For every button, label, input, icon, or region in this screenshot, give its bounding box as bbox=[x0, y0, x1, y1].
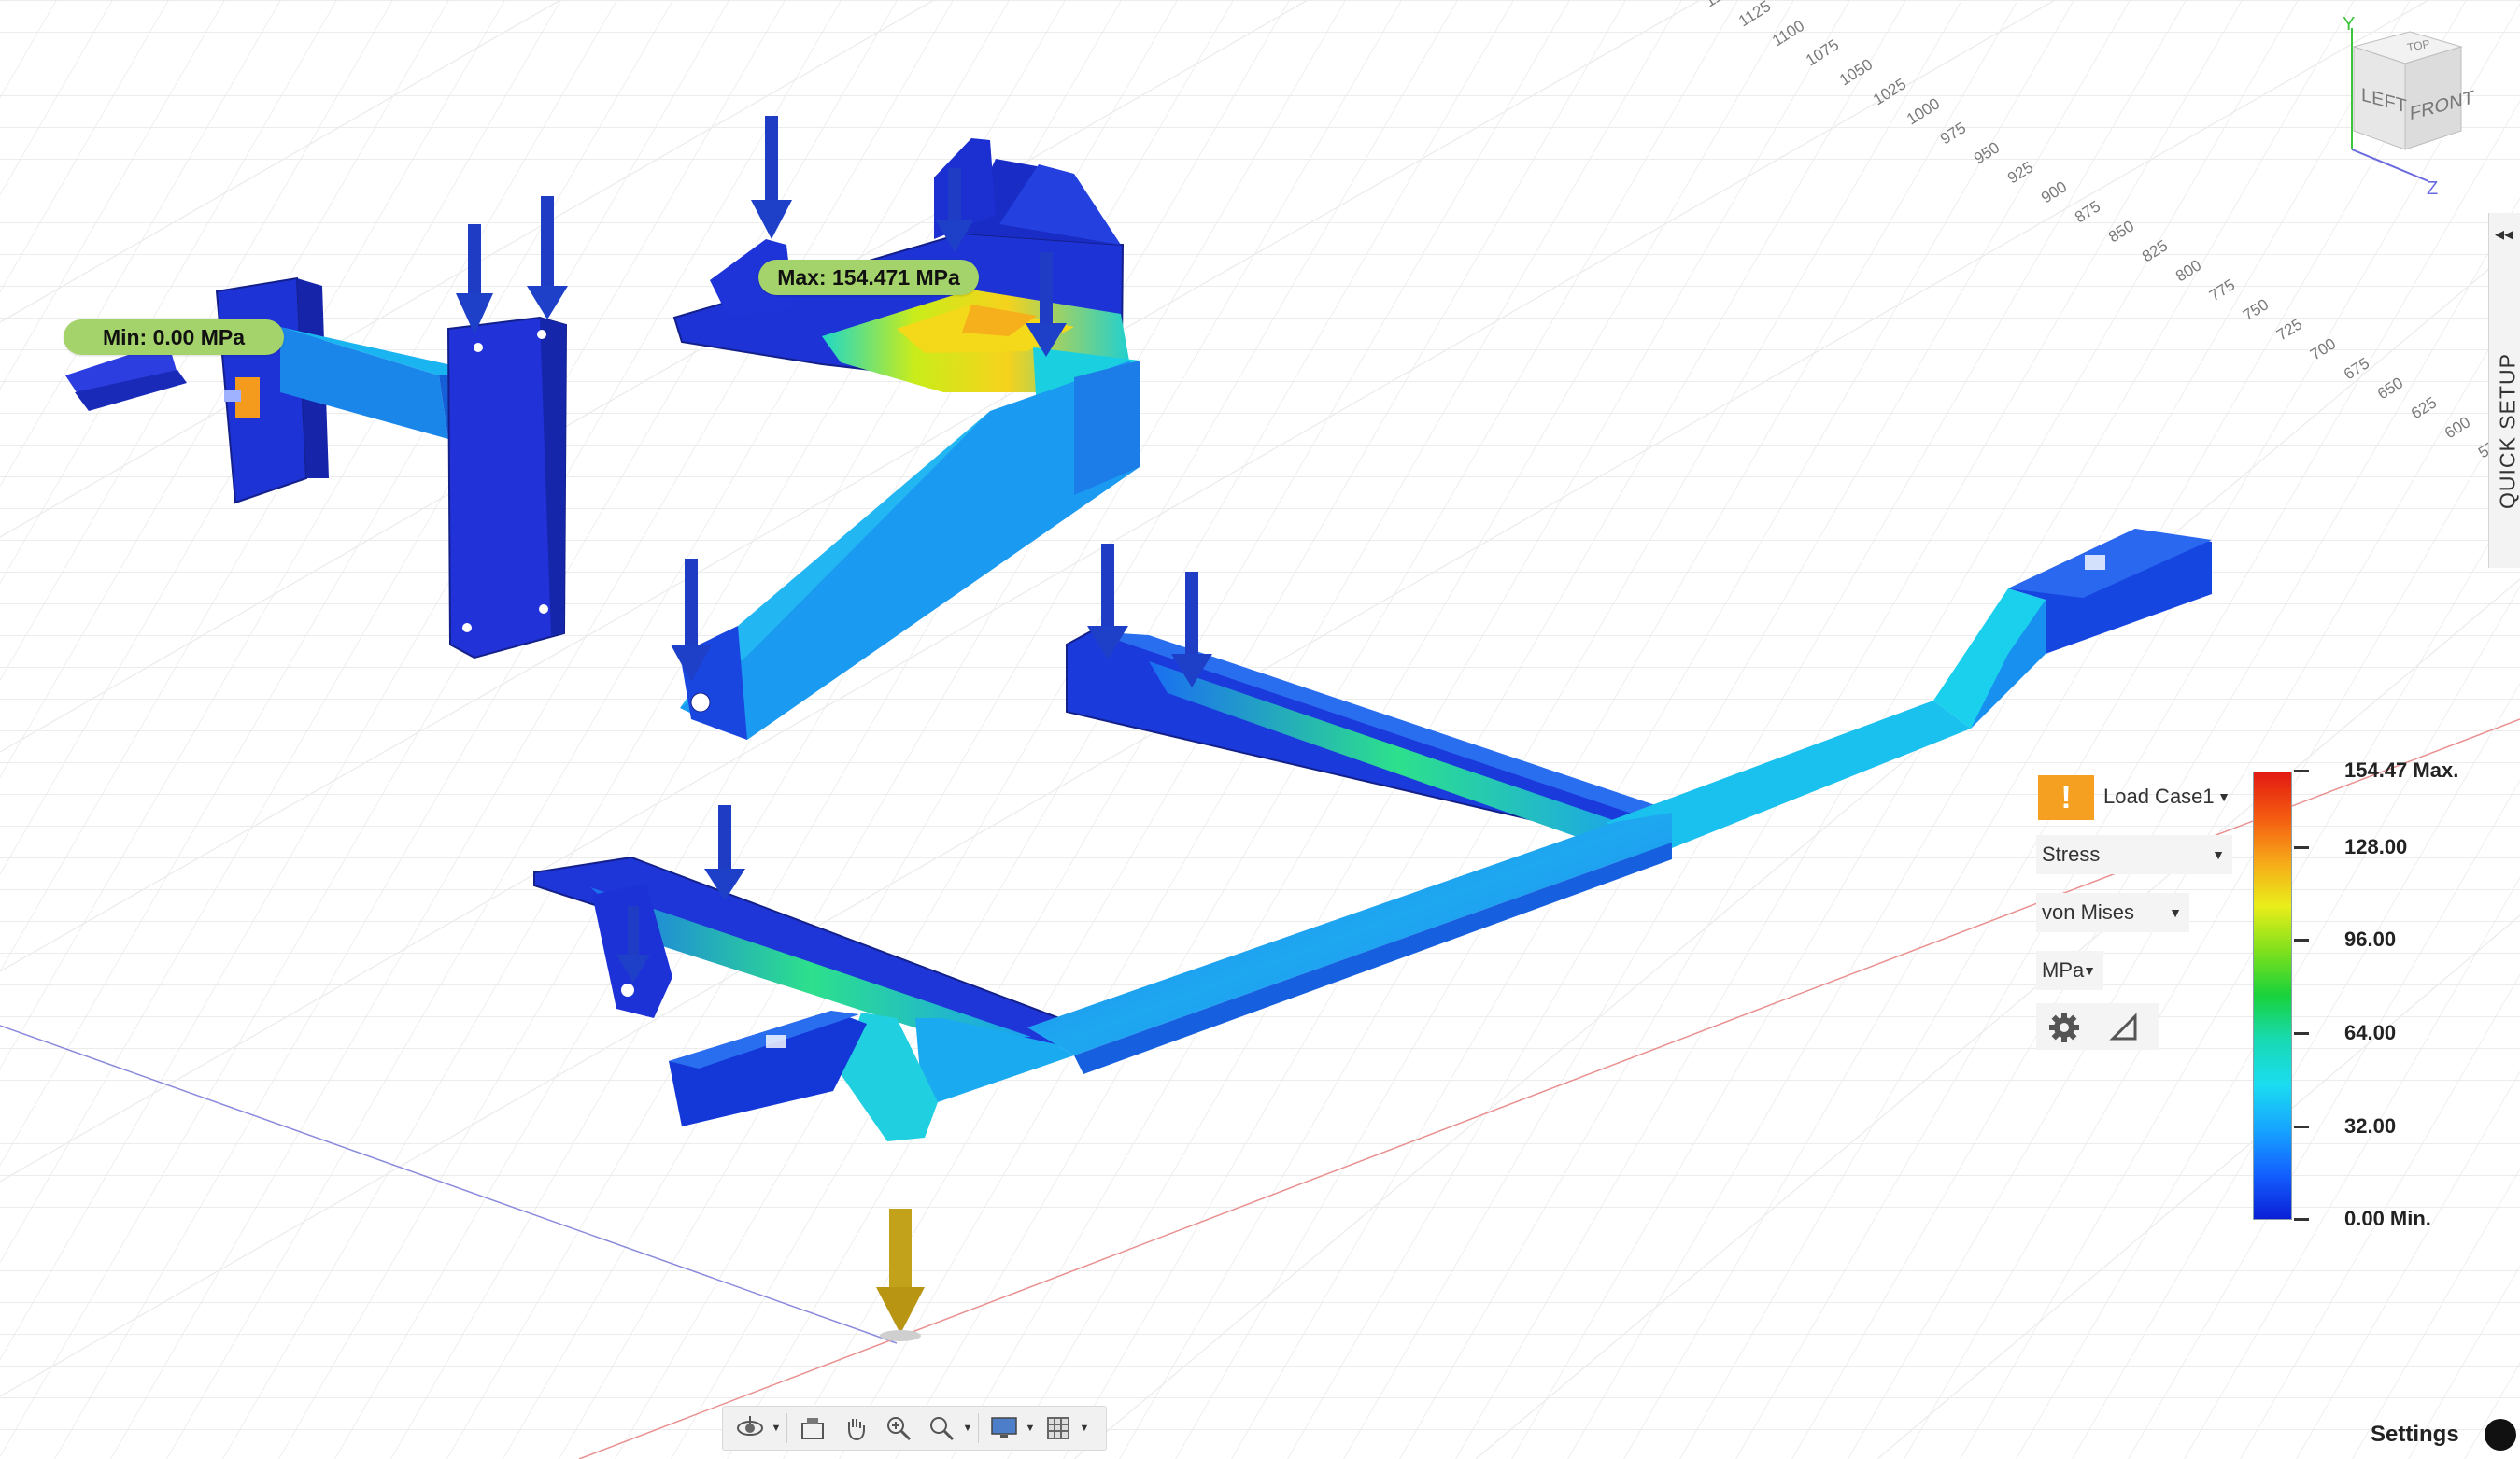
max-stress-label: Max: 154.471 MPa bbox=[777, 265, 960, 290]
max-stress-callout: Max: 154.471 MPa bbox=[758, 260, 979, 295]
triangle-ruler-icon[interactable] bbox=[2109, 1013, 2139, 1042]
stress-component-dropdown[interactable]: von Mises ▼ bbox=[2036, 893, 2189, 932]
viewcube-z-axis: Z bbox=[2427, 178, 2438, 196]
stress-component-value: von Mises bbox=[2042, 900, 2135, 924]
warning-icon[interactable]: ! bbox=[2038, 775, 2094, 820]
zoom-icon[interactable] bbox=[877, 1408, 920, 1449]
chevron-down-icon: ▼ bbox=[2217, 789, 2230, 804]
orbit-icon[interactable] bbox=[729, 1408, 772, 1449]
gear-icon[interactable] bbox=[2047, 1011, 2081, 1044]
min-stress-callout: Min: 0.00 MPa bbox=[64, 319, 284, 355]
legend-max-label: 154.47 Max. bbox=[2344, 758, 2459, 782]
toolbar-divider bbox=[978, 1413, 979, 1443]
quick-setup-label: QUICK SETUP bbox=[2495, 353, 2520, 509]
model-viewport[interactable]: 1150112511001075105010251000975950925900… bbox=[0, 0, 2520, 1459]
zoom-window-icon[interactable] bbox=[920, 1408, 963, 1449]
double-chevron-left-icon[interactable]: ◂◂ bbox=[2495, 222, 2513, 246]
legend-label: 96.00 bbox=[2344, 928, 2397, 951]
legend-tick bbox=[2294, 770, 2309, 772]
legend-options-row bbox=[2036, 1003, 2159, 1050]
chevron-down-icon[interactable]: ▼ bbox=[770, 1423, 783, 1434]
result-type-dropdown[interactable]: Stress ▼ bbox=[2036, 835, 2232, 874]
legend-tick bbox=[2294, 846, 2309, 849]
load-case-value: Load Case1 bbox=[2103, 785, 2215, 808]
display-settings-icon[interactable] bbox=[983, 1408, 1026, 1449]
legend-tick bbox=[2294, 1126, 2309, 1128]
load-case-dropdown[interactable]: Load Case1 ▼ bbox=[2098, 777, 2238, 816]
legend-tick bbox=[2294, 939, 2309, 942]
legend-tick bbox=[2294, 1032, 2309, 1035]
legend-tick bbox=[2294, 1218, 2309, 1221]
units-value: MPa bbox=[2042, 958, 2085, 982]
legend-min-label: 0.00 Min. bbox=[2344, 1207, 2431, 1230]
chevron-down-icon: ▼ bbox=[2212, 847, 2225, 862]
legend-label: 64.00 bbox=[2344, 1021, 2397, 1044]
chevron-down-icon: ▼ bbox=[2083, 963, 2096, 978]
units-dropdown[interactable]: MPa ▼ bbox=[2036, 951, 2103, 990]
chevron-down-icon[interactable]: ▼ bbox=[1024, 1423, 1037, 1434]
viewcube-y-axis: Y bbox=[2343, 14, 2355, 35]
toolbar-divider bbox=[786, 1413, 787, 1443]
look-at-icon[interactable] bbox=[791, 1408, 834, 1449]
grid-snap-icon[interactable] bbox=[1037, 1408, 1080, 1449]
min-stress-label: Min: 0.00 MPa bbox=[102, 325, 246, 349]
chevron-down-icon[interactable]: ▼ bbox=[1078, 1423, 1091, 1434]
settings-button[interactable]: Settings bbox=[2371, 1422, 2459, 1448]
pan-icon[interactable] bbox=[834, 1408, 877, 1449]
stress-legend-colorbar bbox=[2253, 772, 2292, 1220]
navigation-toolbar: ▼ ▼ ▼ ▼ bbox=[722, 1406, 1107, 1451]
view-cube[interactable]: TOP LEFT FRONT Y Z bbox=[2307, 9, 2494, 199]
settings-status-icon[interactable] bbox=[2485, 1419, 2516, 1451]
result-type-value: Stress bbox=[2042, 843, 2101, 866]
quick-setup-panel-tab[interactable]: ◂◂ QUICK SETUP bbox=[2488, 213, 2520, 568]
chevron-down-icon[interactable]: ▼ bbox=[961, 1423, 974, 1434]
legend-label: 32.00 bbox=[2344, 1114, 2397, 1138]
legend-label: 128.00 bbox=[2344, 835, 2408, 858]
chevron-down-icon: ▼ bbox=[2169, 905, 2182, 920]
